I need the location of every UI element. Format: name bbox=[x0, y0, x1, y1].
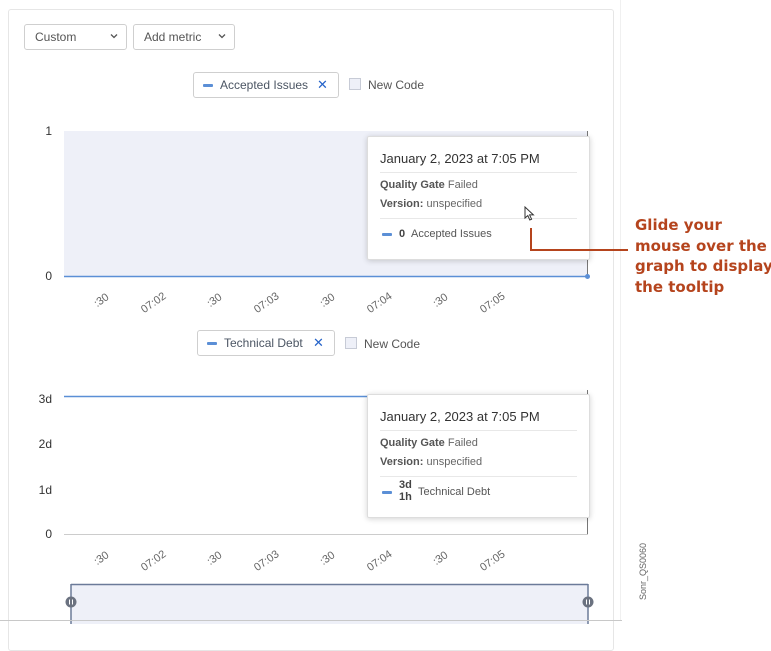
figure-code: Sonr_QS0060 bbox=[638, 542, 648, 600]
zoom-brush bbox=[70, 583, 589, 624]
panel-bottom-border bbox=[0, 620, 622, 621]
zoom-handle-left-icon[interactable] bbox=[65, 596, 77, 608]
zoom-handle-right-icon[interactable] bbox=[582, 596, 594, 608]
